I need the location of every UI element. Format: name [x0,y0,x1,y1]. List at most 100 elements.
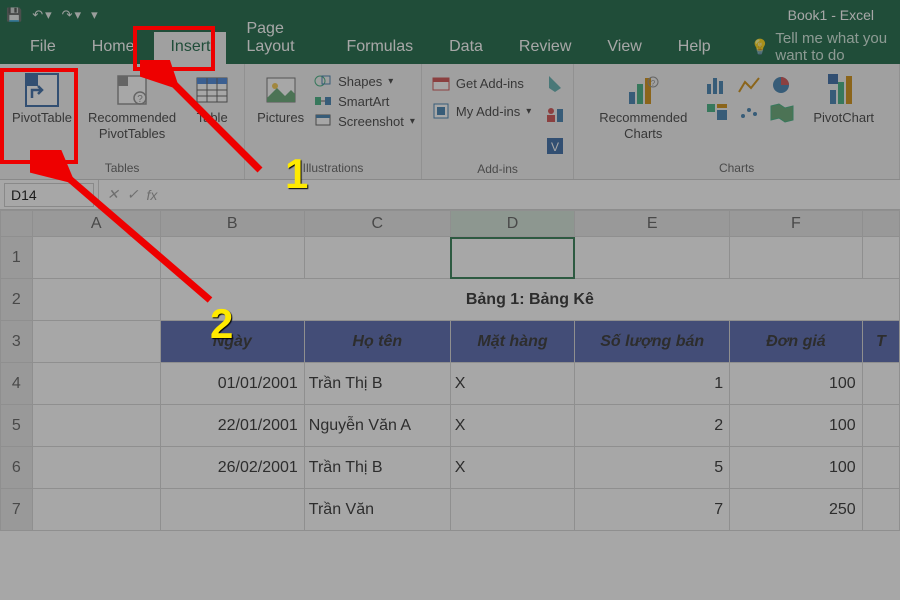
recommended-pivottables-button[interactable]: ? Recommended PivotTables [82,68,182,143]
bing-maps-icon[interactable] [545,74,565,99]
col-header[interactable]: A [32,211,160,237]
redo-icon[interactable]: ↷▾ [62,7,81,23]
tab-data[interactable]: Data [433,32,499,64]
cell[interactable]: Số lượng bán [575,321,730,363]
addins-icon [432,102,450,120]
spreadsheet-grid[interactable]: A B C D E F 1 2 Bảng 1: Bảng Kê 3 Ngày H… [0,210,900,600]
ribbon: PivotTable ? Recommended PivotTables Tab… [0,64,900,180]
pictures-button[interactable]: Pictures [251,68,310,128]
row-header[interactable]: 4 [1,363,33,405]
tab-formulas[interactable]: Formulas [330,32,429,64]
shapes-icon [314,72,332,90]
cell[interactable]: Đơn giá [730,321,863,363]
ribbon-group-label: Charts [719,159,754,177]
ribbon-group-label: Add-ins [477,161,518,177]
map-chart-icon[interactable] [769,102,795,124]
cell[interactable]: X [450,447,574,489]
pivottable-button[interactable]: PivotTable [6,68,78,128]
scatter-chart-icon[interactable] [737,102,763,124]
col-header[interactable] [862,211,899,237]
cancel-icon[interactable]: ✕ [107,186,119,203]
recommended-pivot-label: Recommended PivotTables [88,110,176,141]
row-header[interactable]: 3 [1,321,33,363]
pictures-label: Pictures [257,110,304,126]
smartart-icon [314,92,332,110]
get-addins-label: Get Add-ins [456,76,524,91]
cell[interactable]: Bảng 1: Bảng Kê [160,279,899,321]
line-chart-icon[interactable] [737,74,763,96]
cell[interactable]: Mặt hàng [450,321,574,363]
formula-input[interactable] [165,180,900,209]
tab-page-layout[interactable]: Page Layout [230,14,326,64]
enter-icon[interactable]: ✓ [127,186,139,203]
tab-file[interactable]: File [14,32,72,64]
get-addins-button[interactable]: Get Add-ins [432,74,524,92]
cell[interactable]: Họ tên [304,321,450,363]
cell[interactable]: 2 [575,405,730,447]
recommended-charts-button[interactable]: ? Recommended Charts [593,68,693,143]
bar-chart-icon[interactable] [705,74,731,96]
cell[interactable]: 100 [730,405,863,447]
col-header[interactable]: C [304,211,450,237]
table-label: Table [197,110,228,126]
table-button[interactable]: Table [186,68,238,128]
row-header[interactable]: 6 [1,447,33,489]
shapes-button[interactable]: Shapes▾ [314,72,393,90]
cell[interactable]: 7 [575,489,730,531]
col-header[interactable]: F [730,211,863,237]
save-icon[interactable]: 💾 [6,7,22,23]
cell[interactable]: Trần Thị B [304,447,450,489]
ribbon-group-charts: ? Recommended Charts PivotChart Charts [574,64,900,179]
cell[interactable]: 100 [730,363,863,405]
cell[interactable]: 100 [730,447,863,489]
cell[interactable]: 26/02/2001 [160,447,304,489]
cell[interactable] [160,489,304,531]
smartart-label: SmartArt [338,94,389,109]
hierarchy-chart-icon[interactable] [705,102,731,124]
screenshot-button[interactable]: Screenshot▾ [314,112,415,130]
cell[interactable]: Ngày [160,321,304,363]
pie-chart-icon[interactable] [769,74,795,96]
cell[interactable]: Trần Văn [304,489,450,531]
cell[interactable] [450,489,574,531]
col-header[interactable]: D [450,211,574,237]
fx-icon[interactable]: fx [146,187,157,203]
tab-help[interactable]: Help [662,32,727,64]
smartart-button[interactable]: SmartArt [314,92,389,110]
cell[interactable]: 1 [575,363,730,405]
row-header[interactable]: 2 [1,279,33,321]
cell[interactable]: 250 [730,489,863,531]
row-header[interactable]: 5 [1,405,33,447]
tell-me-label: Tell me what you want to do [775,30,900,64]
cell[interactable]: Trần Thị B [304,363,450,405]
name-box[interactable]: D14 [4,183,94,207]
tab-view[interactable]: View [591,32,657,64]
tab-home[interactable]: Home [76,32,151,64]
cell[interactable] [450,237,574,279]
tell-me-search[interactable]: 💡 Tell me what you want to do [751,30,900,64]
cell[interactable]: T [862,321,899,363]
select-all-cell[interactable] [1,211,33,237]
cell[interactable]: X [450,405,574,447]
title-bar: 💾 ↶▾ ↷▾ ▾ Book1 - Excel [0,0,900,30]
col-header[interactable]: B [160,211,304,237]
qat-customize-icon[interactable]: ▾ [91,7,98,23]
my-addins-button[interactable]: My Add-ins▾ [432,102,531,120]
tab-insert[interactable]: Insert [154,32,226,64]
ribbon-group-illustrations: Pictures Shapes▾ SmartArt Screenshot▾ Il… [245,64,422,179]
visio-icon[interactable]: V [545,136,565,161]
pivotchart-icon [824,70,864,110]
col-header[interactable]: E [575,211,730,237]
cell[interactable]: 5 [575,447,730,489]
undo-icon[interactable]: ↶▾ [32,7,51,23]
ribbon-group-label: Illustrations [303,159,364,177]
row-header[interactable]: 1 [1,237,33,279]
tab-review[interactable]: Review [503,32,587,64]
cell[interactable]: X [450,363,574,405]
cell[interactable]: 22/01/2001 [160,405,304,447]
pivotchart-button[interactable]: PivotChart [807,68,880,128]
row-header[interactable]: 7 [1,489,33,531]
cell[interactable]: Nguyễn Văn A [304,405,450,447]
people-graph-icon[interactable] [545,105,565,130]
cell[interactable]: 01/01/2001 [160,363,304,405]
